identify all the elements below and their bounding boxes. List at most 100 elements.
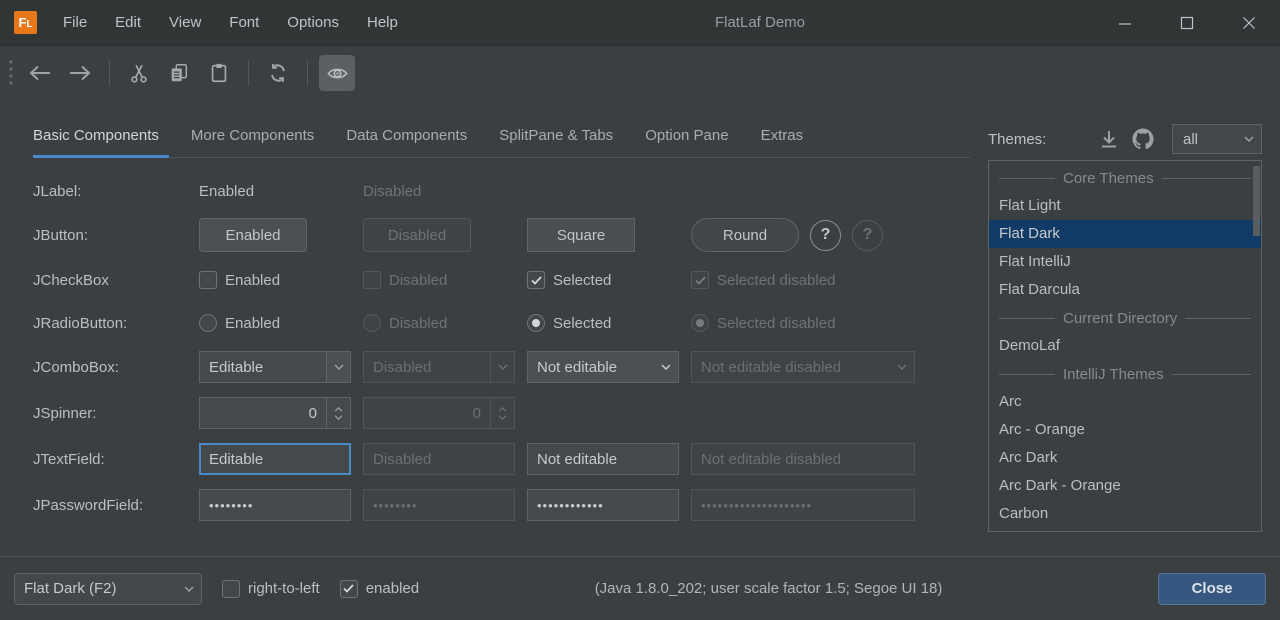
checkbox-checked-icon xyxy=(527,271,545,289)
passwordfield-not-editable[interactable] xyxy=(527,489,679,521)
tab-basic-components[interactable]: Basic Components xyxy=(33,127,175,157)
jbutton-round-button[interactable]: Round xyxy=(691,218,799,252)
show-details-toggle[interactable] xyxy=(319,55,355,91)
radio-disabled: Disabled xyxy=(363,314,515,332)
menu-edit[interactable]: Edit xyxy=(101,0,155,45)
radio-icon xyxy=(363,314,381,332)
row-label: JButton: xyxy=(33,227,199,244)
minimize-button[interactable] xyxy=(1094,0,1156,45)
radio-selected-icon xyxy=(691,314,709,332)
copy-button[interactable] xyxy=(161,55,197,91)
toolbar-separator xyxy=(109,60,110,86)
theme-item-flat-dark[interactable]: Flat Dark xyxy=(989,220,1261,248)
copy-icon xyxy=(168,62,190,84)
theme-item-flat-intellij[interactable]: Flat IntelliJ xyxy=(989,248,1261,276)
radio-selected-disabled: Selected disabled xyxy=(691,314,915,332)
menu-font[interactable]: Font xyxy=(215,0,273,45)
clipboard-icon xyxy=(208,62,230,84)
theme-item-demolaf[interactable]: DemoLaf xyxy=(989,332,1261,360)
combobox-not-editable[interactable]: Not editable xyxy=(527,351,679,383)
row-label: JCheckBox xyxy=(33,272,199,289)
github-button[interactable] xyxy=(1126,124,1160,154)
themes-filter-value: all xyxy=(1173,131,1237,148)
github-icon xyxy=(1132,128,1154,150)
checkbox-selected[interactable]: Selected xyxy=(527,271,679,289)
themes-panel: Themes: all Core Themes Flat Light Flat … xyxy=(988,100,1262,532)
tab-splitpane-tabs[interactable]: SplitPane & Tabs xyxy=(483,127,629,157)
row-label: JRadioButton: xyxy=(33,315,199,332)
close-window-button[interactable] xyxy=(1218,0,1280,45)
spinner-enabled[interactable]: 0 xyxy=(199,397,351,429)
jcombobox-row: JComboBox: Editable Disabled Not edita xyxy=(33,344,970,390)
passwordfield-editable[interactable] xyxy=(199,489,351,521)
cut-button[interactable] xyxy=(121,55,157,91)
checkbox-checked-icon xyxy=(691,271,709,289)
forward-button[interactable] xyxy=(62,55,98,91)
jcheckbox-row: JCheckBox Enabled Disabled Selected Sele… xyxy=(33,258,970,302)
themes-label: Themes: xyxy=(988,131,1046,148)
checkbox-icon xyxy=(222,580,240,598)
themes-header: Themes: all xyxy=(988,124,1262,154)
menu-bar: File Edit View Font Options Help xyxy=(49,0,412,45)
menu-help[interactable]: Help xyxy=(353,0,412,45)
chevron-down-icon[interactable] xyxy=(654,352,678,382)
theme-item-arc-dark-orange[interactable]: Arc Dark - Orange xyxy=(989,472,1261,500)
tab-more-components[interactable]: More Components xyxy=(175,127,330,157)
row-label: JPasswordField: xyxy=(33,497,199,514)
themes-separator-current-directory: Current Directory xyxy=(989,304,1261,332)
row-label: JLabel: xyxy=(33,183,199,200)
tab-extras[interactable]: Extras xyxy=(745,127,820,157)
close-button[interactable]: Close xyxy=(1158,573,1266,605)
combobox-disabled: Disabled xyxy=(363,351,515,383)
tab-bar: Basic Components More Components Data Co… xyxy=(33,100,970,158)
download-themes-button[interactable] xyxy=(1092,124,1126,154)
themes-list: Core Themes Flat Light Flat Dark Flat In… xyxy=(988,160,1262,532)
themes-filter-combobox[interactable]: all xyxy=(1172,124,1262,154)
jpasswordfield-row: JPasswordField: xyxy=(33,482,970,528)
jbutton-row: JButton: Enabled Disabled Square Round ?… xyxy=(33,212,970,258)
menu-view[interactable]: View xyxy=(155,0,215,45)
tab-option-pane[interactable]: Option Pane xyxy=(629,127,744,157)
theme-item-flat-darcula[interactable]: Flat Darcula xyxy=(989,276,1261,304)
tab-data-components[interactable]: Data Components xyxy=(330,127,483,157)
jbutton-square-button[interactable]: Square xyxy=(527,218,635,252)
chevron-down-icon[interactable] xyxy=(177,574,201,604)
spinner-value[interactable]: 0 xyxy=(200,405,326,422)
theme-item-arc-orange[interactable]: Arc - Orange xyxy=(989,416,1261,444)
theme-item-arc-dark[interactable]: Arc Dark xyxy=(989,444,1261,472)
checkbox-label: Selected xyxy=(553,272,611,289)
checkbox-enabled[interactable]: Enabled xyxy=(199,271,351,289)
help-button[interactable]: ? xyxy=(810,220,841,251)
jbutton-enabled-button[interactable]: Enabled xyxy=(199,218,307,252)
checkbox-selected-disabled: Selected disabled xyxy=(691,271,915,289)
combobox-value: Not editable xyxy=(528,359,654,376)
chevron-up-icon xyxy=(498,407,507,412)
laf-selector-combobox[interactable]: Flat Dark (F2) xyxy=(14,573,202,605)
chevron-down-icon[interactable] xyxy=(326,352,350,382)
textfield-editable[interactable] xyxy=(199,443,351,475)
chevron-down-icon[interactable] xyxy=(1237,136,1261,142)
theme-item-flat-light[interactable]: Flat Light xyxy=(989,192,1261,220)
menu-file[interactable]: File xyxy=(49,0,101,45)
theme-item-arc[interactable]: Arc xyxy=(989,388,1261,416)
right-to-left-checkbox[interactable]: right-to-left xyxy=(222,580,320,598)
toolbar-grip-handle[interactable] xyxy=(8,58,14,88)
enabled-checkbox[interactable]: enabled xyxy=(340,580,419,598)
forward-arrow-icon xyxy=(68,65,92,81)
textfield-not-editable[interactable] xyxy=(527,443,679,475)
spinner-buttons[interactable] xyxy=(326,398,350,428)
themes-list-scrollbar[interactable] xyxy=(1253,166,1260,236)
back-button[interactable] xyxy=(22,55,58,91)
paste-button[interactable] xyxy=(201,55,237,91)
radio-selected[interactable]: Selected xyxy=(527,314,679,332)
content-area: Basic Components More Components Data Co… xyxy=(0,100,1280,556)
theme-item-carbon[interactable]: Carbon xyxy=(989,500,1261,528)
combobox-editable[interactable]: Editable xyxy=(199,351,351,383)
combobox-value: Disabled xyxy=(364,359,490,376)
radio-enabled[interactable]: Enabled xyxy=(199,314,351,332)
menu-options[interactable]: Options xyxy=(273,0,353,45)
toolbar-separator xyxy=(307,60,308,86)
refresh-button[interactable] xyxy=(260,55,296,91)
runtime-info-text: (Java 1.8.0_202; user scale factor 1.5; … xyxy=(419,580,1158,597)
maximize-button[interactable] xyxy=(1156,0,1218,45)
